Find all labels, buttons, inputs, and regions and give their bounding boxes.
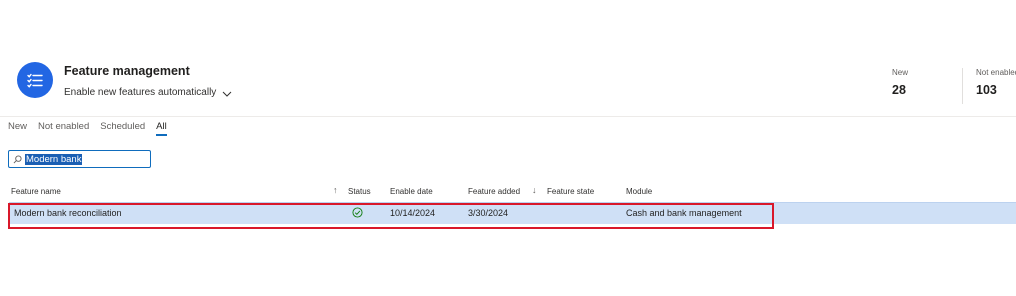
cell-feature-added: 3/30/2024 [468,208,509,218]
sort-ascending-icon[interactable]: ↑ [333,185,338,195]
stat-new-value: 28 [892,83,906,97]
page-title: Feature management [64,64,190,78]
feature-list-icon [17,62,53,98]
cell-enable-date: 10/14/2024 [390,208,436,218]
page-header: Feature management Enable new features a… [0,54,1016,117]
stat-not-enabled-label: Not enabled [976,68,1016,77]
stat-new: New 28 [892,68,908,97]
filter-tabs: New Not enabled Scheduled All [8,121,178,136]
enable-new-features-dropdown[interactable]: Enable new features automatically [64,87,232,98]
enable-new-features-label: Enable new features automatically [64,87,217,98]
status-enabled-icon [352,207,363,220]
column-feature-name[interactable]: Feature name [11,187,61,196]
stat-not-enabled: Not enabled 103 [962,68,1016,104]
column-module[interactable]: Module [626,187,652,196]
column-enable-date[interactable]: Enable date [390,187,433,196]
tab-all[interactable]: All [156,121,167,136]
search-query: Modern bank [25,153,83,165]
tab-scheduled[interactable]: Scheduled [100,121,145,135]
sort-descending-icon[interactable]: ↓ [532,185,537,195]
search-input[interactable]: Modern bank [8,150,151,168]
cell-feature-name: Modern bank reconciliation [14,208,122,218]
tab-not-enabled[interactable]: Not enabled [38,121,89,135]
chevron-down-icon [222,91,232,97]
tab-new[interactable]: New [8,121,27,135]
column-status[interactable]: Status [348,187,371,196]
column-feature-added[interactable]: Feature added [468,187,520,196]
stat-not-enabled-value: 103 [976,83,997,97]
grid-header: Feature name ↑ Status Enable date Featur… [0,184,1016,198]
stat-new-label: New [892,68,909,77]
table-row[interactable]: Modern bank reconciliation 10/14/2024 3/… [9,202,1016,224]
cell-module: Cash and bank management [626,208,742,218]
column-feature-state[interactable]: Feature state [547,187,594,196]
search-icon [13,154,22,163]
